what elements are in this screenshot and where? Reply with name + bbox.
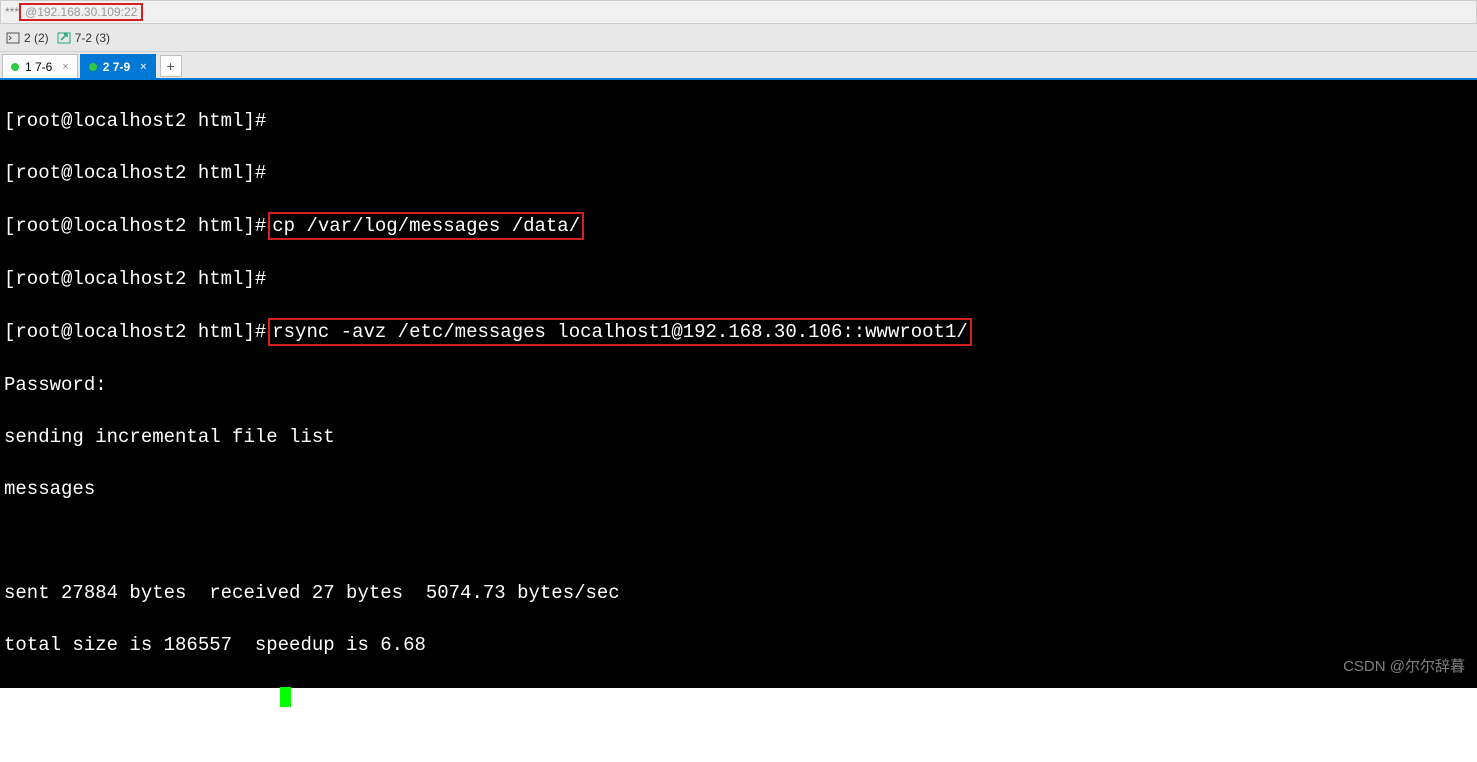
toolbar-item-sessions[interactable]: 2 (2) [6, 31, 49, 45]
tab-2-label: 2 7-9 [103, 60, 130, 74]
add-tab-button[interactable]: + [160, 55, 182, 77]
cursor-icon [280, 687, 291, 707]
status-dot-icon [89, 63, 97, 71]
terminal-output: sending incremental file list [4, 424, 1473, 450]
close-icon[interactable]: × [62, 61, 68, 73]
terminal-output: total size is 186557 speedup is 6.68 [4, 632, 1473, 658]
toolbar-item-transfer[interactable]: 7-2 (3) [57, 31, 110, 45]
terminal-pane[interactable]: [root@localhost2 html]# [root@localhost2… [0, 80, 1477, 688]
terminal-output: messages [4, 476, 1473, 502]
prompt: [root@localhost2 html]# [4, 162, 266, 184]
prompt: [root@localhost2 html]# [4, 686, 266, 708]
watermark: CSDN @尔尔辞暮 [1343, 654, 1465, 680]
toolbar-sessions-label: 2 (2) [24, 31, 49, 45]
tab-1[interactable]: 1 7-6 × [2, 54, 78, 78]
title-prefix: *** [5, 5, 19, 19]
tab-bar: 1 7-6 × 2 7-9 × + [0, 52, 1477, 80]
close-icon[interactable]: × [140, 61, 146, 73]
tab-2[interactable]: 2 7-9 × [80, 54, 156, 78]
highlighted-command-cp: cp /var/log/messages /data/ [268, 212, 584, 240]
terminal-output: Password: [4, 372, 1473, 398]
title-host: @192.168.30.109:22 [19, 3, 143, 21]
prompt: [root@localhost2 html]# [4, 321, 266, 343]
toolbar: 2 (2) 7-2 (3) [0, 24, 1477, 52]
status-dot-icon [11, 63, 19, 71]
prompt: [root@localhost2 html]# [4, 110, 266, 132]
highlighted-command-rsync: rsync -avz /etc/messages localhost1@192.… [268, 318, 972, 346]
terminal-blank [4, 528, 1473, 554]
toolbar-transfer-label: 7-2 (3) [75, 31, 110, 45]
prompt: [root@localhost2 html]# [4, 215, 266, 237]
transfer-icon [57, 31, 71, 45]
terminal-icon [6, 31, 20, 45]
prompt: [root@localhost2 html]# [4, 268, 266, 290]
tab-1-label: 1 7-6 [25, 60, 52, 74]
terminal-output: sent 27884 bytes received 27 bytes 5074.… [4, 580, 1473, 606]
title-bar: *** @192.168.30.109:22 [0, 0, 1477, 24]
